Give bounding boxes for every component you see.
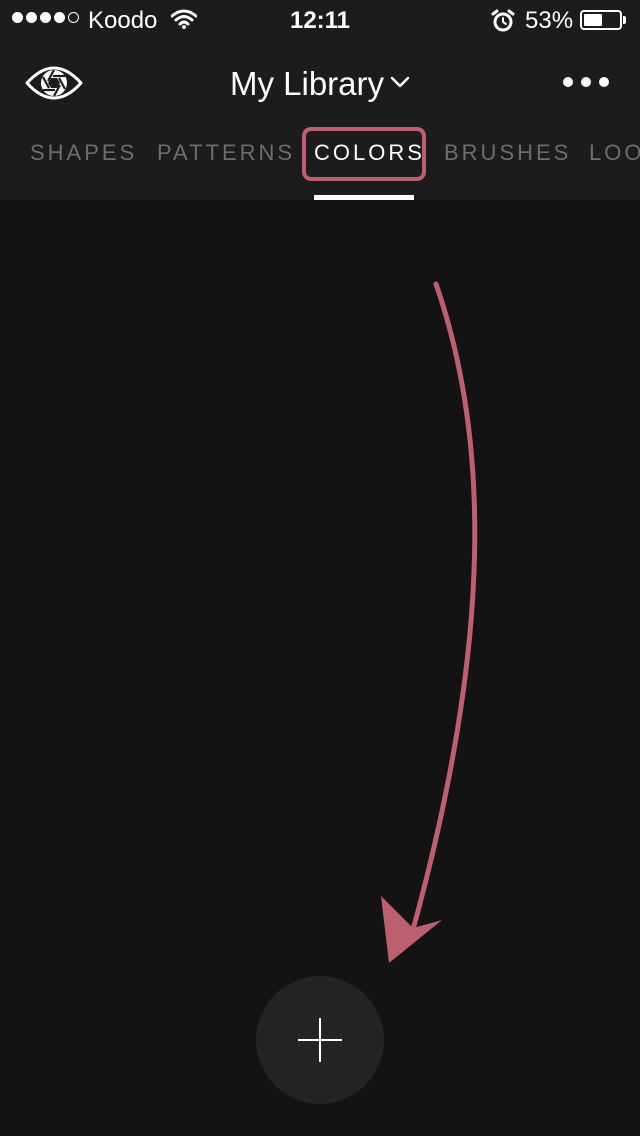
tab-looks[interactable]: LOO bbox=[589, 131, 640, 175]
add-color-button[interactable] bbox=[256, 976, 384, 1104]
more-dot bbox=[563, 77, 573, 87]
more-dot bbox=[599, 77, 609, 87]
library-selector[interactable]: My Library bbox=[160, 62, 480, 106]
battery-tip bbox=[623, 16, 626, 24]
status-bar: Koodo 12:11 53% bbox=[0, 0, 640, 40]
tab-patterns[interactable]: PATTERNS bbox=[157, 131, 295, 175]
more-dots-icon[interactable] bbox=[556, 70, 616, 94]
library-title: My Library bbox=[229, 65, 385, 102]
battery-icon bbox=[580, 10, 622, 30]
tab-brushes[interactable]: BRUSHES bbox=[444, 131, 571, 175]
plus-icon-vertical bbox=[319, 1018, 321, 1062]
tab-shapes[interactable]: SHAPES bbox=[30, 131, 137, 175]
battery-percent: 53% bbox=[525, 7, 574, 34]
chevron-down-icon bbox=[390, 75, 410, 94]
more-dot bbox=[581, 77, 591, 87]
app-screen: Koodo 12:11 53% My Library SHAPES PATTER… bbox=[0, 0, 640, 1136]
aperture-eye-icon[interactable] bbox=[24, 56, 84, 110]
alarm-icon bbox=[491, 9, 515, 38]
tab-highlight-annotation bbox=[302, 127, 426, 181]
battery-level bbox=[584, 14, 602, 26]
